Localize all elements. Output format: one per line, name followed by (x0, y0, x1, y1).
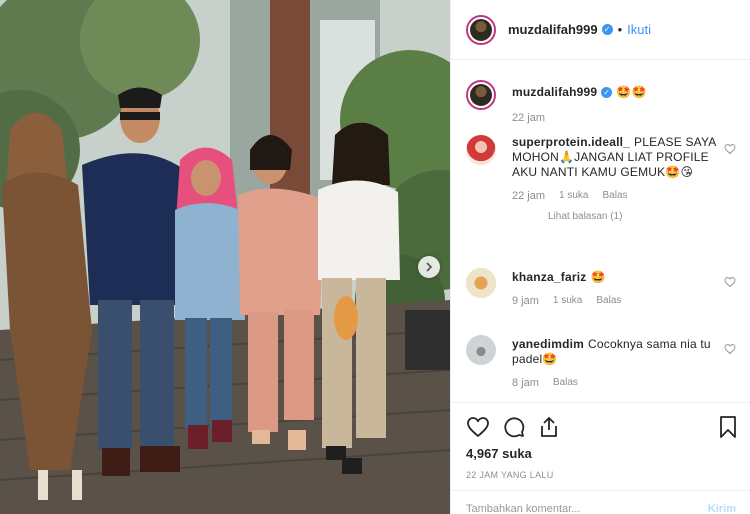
list-item: superprotein.ideall_ PLEASE SAYA MOHON🙏JA… (466, 135, 736, 222)
heart-icon[interactable] (466, 415, 490, 439)
post-actions (451, 402, 750, 452)
heart-icon[interactable] (724, 276, 736, 288)
reply-button[interactable]: Balas (596, 295, 621, 307)
caption-avatar[interactable] (466, 80, 496, 110)
caption: muzdalifah999 ✓ 🤩🤩 22 jam (466, 80, 736, 124)
comment-username[interactable]: khanza_fariz (512, 270, 586, 284)
likes-count[interactable]: 4,967 suka (466, 446, 532, 461)
follow-button[interactable]: Ikuti (627, 22, 651, 37)
comment-time[interactable]: 9 jam (512, 295, 539, 307)
post-photo[interactable] (0, 0, 450, 514)
instagram-post-modal: muzdalifah999 ✓ • Ikuti muzdalifah999 ✓ 🤩🤩… (0, 0, 750, 514)
chevron-right-icon (426, 262, 433, 272)
comment-avatar[interactable] (466, 135, 496, 165)
reply-button[interactable]: Balas (603, 190, 628, 202)
list-item: khanza_fariz 🤩 9 jam 1 suka Balas (466, 268, 736, 307)
next-photo-button[interactable] (418, 256, 440, 278)
caption-time[interactable]: 22 jam (512, 112, 545, 124)
comment-username[interactable]: superprotein.ideall_ (512, 135, 630, 149)
comment-likes[interactable]: 1 suka (559, 190, 588, 202)
view-replies-button[interactable]: Lihat balasan (1) (548, 211, 736, 222)
heart-icon[interactable] (724, 343, 736, 355)
group-photo-illustration (0, 0, 450, 514)
share-icon[interactable] (538, 415, 560, 439)
add-comment-bar: Kirim (451, 490, 750, 514)
comment-avatar[interactable] (466, 268, 496, 298)
post-comment-button[interactable]: Kirim (708, 503, 736, 514)
comment-text: 🤩 (590, 270, 606, 284)
list-item: yanedimdim Cocoknya sama nia tu padel🤩 8 … (466, 335, 736, 389)
header-username[interactable]: muzdalifah999 (508, 22, 598, 37)
avatar[interactable] (466, 14, 496, 45)
caption-text: 🤩🤩 (616, 85, 647, 99)
post-side-panel: muzdalifah999 ✓ • Ikuti muzdalifah999 ✓ 🤩🤩… (450, 0, 750, 514)
bookmark-icon[interactable] (719, 415, 737, 439)
reply-button[interactable]: Balas (553, 377, 578, 389)
heart-icon[interactable] (724, 143, 736, 155)
comment-username[interactable]: yanedimdim (512, 337, 584, 351)
comment-likes[interactable]: 1 suka (553, 295, 582, 307)
comment-avatar[interactable] (466, 335, 496, 365)
verified-badge-icon: ✓ (601, 24, 613, 35)
comment-icon[interactable] (502, 415, 526, 439)
post-header: muzdalifah999 ✓ • Ikuti (451, 0, 750, 60)
comment-input[interactable] (466, 503, 686, 514)
comment-time[interactable]: 22 jam (512, 190, 545, 202)
comment-time[interactable]: 8 jam (512, 377, 539, 389)
verified-badge-icon: ✓ (601, 87, 613, 98)
post-timestamp[interactable]: 22 JAM YANG LALU (466, 470, 554, 480)
separator-dot: • (617, 22, 623, 37)
caption-username[interactable]: muzdalifah999 (512, 85, 597, 99)
